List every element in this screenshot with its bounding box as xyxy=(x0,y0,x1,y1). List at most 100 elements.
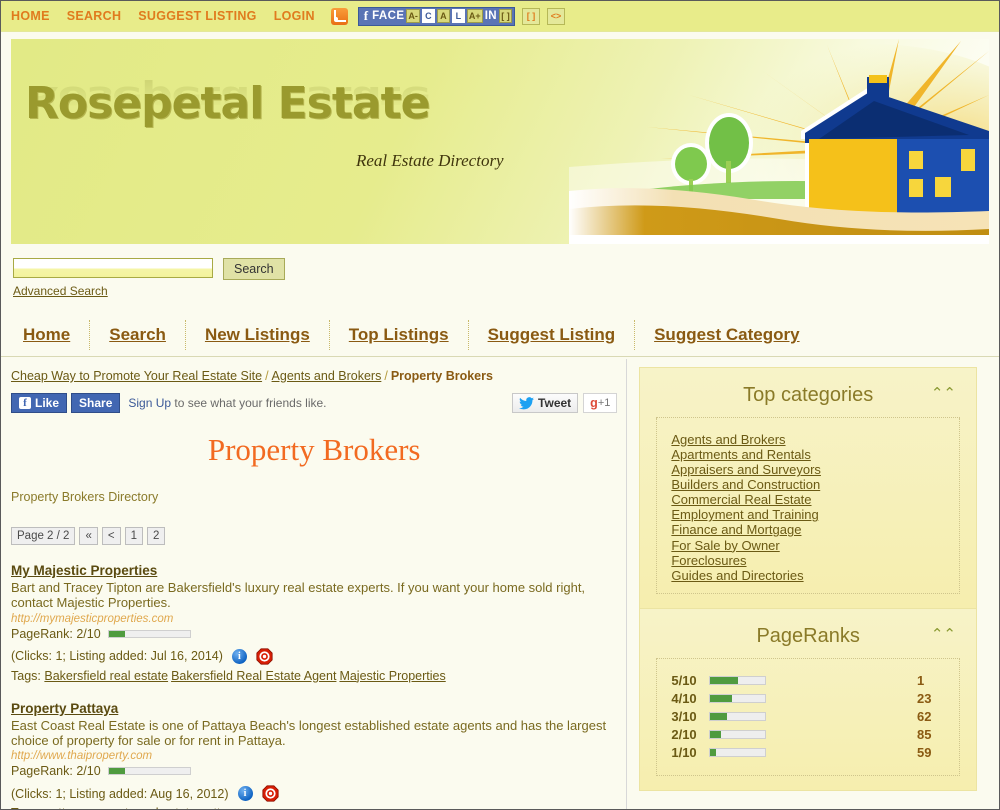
category-link-guides-and-directories[interactable]: Guides and Directories xyxy=(671,568,959,583)
nav-home[interactable]: Home xyxy=(13,320,91,350)
breadcrumb-item-home[interactable]: Cheap Way to Promote Your Real Estate Si… xyxy=(11,369,262,383)
rss-icon[interactable] xyxy=(330,7,348,25)
pagerank-row[interactable]: 4/10 23 xyxy=(671,691,949,706)
a11y-links-button[interactable]: L xyxy=(451,9,465,23)
nav-top-listings[interactable]: Top Listings xyxy=(330,320,469,350)
chevron-up-icon[interactable]: ⌃⌃ xyxy=(931,626,956,642)
pagerank-row[interactable]: 5/10 1 xyxy=(671,673,949,688)
nav-new-listings[interactable]: New Listings xyxy=(186,320,330,350)
top-categories-panel: Top categories ⌃⌃ Agents and Brokers Apa… xyxy=(639,367,977,609)
site-banner: Rosepetal Estate Rosepetal Estate Real E… xyxy=(11,39,989,244)
pagerank-row[interactable]: 3/10 62 xyxy=(671,709,949,724)
pagerank-count: 1 xyxy=(917,672,925,688)
pageranks-table: 5/10 1 4/10 23 3/10 62 2/10 85 1/10 59 xyxy=(656,658,960,776)
listing-tags-label: Tags: xyxy=(11,806,41,809)
listing-meta: (Clicks: 1; Listing added: Aug 16, 2012) xyxy=(11,786,229,801)
search-row: Search xyxy=(1,244,999,280)
listing-url[interactable]: http://www.thaiproperty.com xyxy=(11,750,617,762)
pageranks-panel: PageRanks ⌃⌃ 5/10 1 4/10 23 3/10 62 2/10… xyxy=(639,608,977,791)
google-g-icon: g xyxy=(590,396,598,410)
category-link-for-sale-by-owner[interactable]: For Sale by Owner xyxy=(671,538,959,553)
category-link-finance-and-mortgage[interactable]: Finance and Mortgage xyxy=(671,522,959,537)
report-icon[interactable] xyxy=(256,648,273,665)
listing-tag[interactable]: pattaya property xyxy=(44,806,134,809)
listing-pagerank-bar xyxy=(107,629,191,638)
top-link-login[interactable]: LOGIN xyxy=(274,9,315,23)
advanced-search-link[interactable]: Advanced Search xyxy=(13,284,999,298)
pagerank-bar xyxy=(709,711,767,721)
pagination-page-label: Page 2 / 2 xyxy=(11,527,76,545)
facebook-like-button[interactable]: f Like xyxy=(11,393,68,413)
category-link-commercial-real-estate[interactable]: Commercial Real Estate xyxy=(671,492,959,507)
a11y-decrease-button[interactable]: A- xyxy=(406,9,420,23)
nav-suggest-listing[interactable]: Suggest Listing xyxy=(469,320,636,350)
category-link-employment-and-training[interactable]: Employment and Training xyxy=(671,507,959,522)
breadcrumb-item-agents[interactable]: Agents and Brokers xyxy=(272,369,382,383)
listing-tag[interactable]: Bakersfield Real Estate Agent xyxy=(171,669,336,683)
site-logo[interactable]: Rosepetal Estate xyxy=(25,78,430,129)
top-categories-title: Top categories xyxy=(743,384,874,406)
a11y-contrast-button[interactable]: C xyxy=(421,9,435,23)
google-plus-one-button[interactable]: g +1 xyxy=(583,393,618,413)
page-title: Property Brokers xyxy=(207,432,421,467)
listing-item: Property Pattaya East Coast Real Estate … xyxy=(11,701,617,809)
listing-tag[interactable]: Majestic Properties xyxy=(339,669,445,683)
pagerank-count: 23 xyxy=(917,690,932,706)
facebook-signup-link[interactable]: Sign Up xyxy=(128,396,171,410)
listing-tag[interactable]: real estate pattaya xyxy=(138,806,241,809)
listing-url[interactable]: http://mymajesticproperties.com xyxy=(11,613,617,625)
facebook-badge[interactable]: f FACE A- C A L A+ IN [ ] xyxy=(357,6,515,26)
nav-search[interactable]: Search xyxy=(90,320,186,350)
listing-meta-row: (Clicks: 1; Listing added: Aug 16, 2012)… xyxy=(11,785,617,802)
nav-suggest-category[interactable]: Suggest Category xyxy=(635,320,818,350)
main-content: Cheap Way to Promote Your Real Estate Si… xyxy=(1,357,628,809)
pagerank-count: 59 xyxy=(917,744,932,760)
listing-item: My Majestic Properties Bart and Tracey T… xyxy=(11,563,617,683)
pagination-first[interactable]: « xyxy=(79,527,98,545)
chevron-up-icon[interactable]: ⌃⌃ xyxy=(931,386,956,401)
category-link-builders-and-construction[interactable]: Builders and Construction xyxy=(671,477,959,492)
info-icon[interactable]: i xyxy=(231,648,247,664)
a11y-increase-button[interactable]: A+ xyxy=(466,9,483,23)
listing-title[interactable]: My Majestic Properties xyxy=(11,563,157,578)
pagerank-label: 3/10 xyxy=(671,708,697,724)
category-link-foreclosures[interactable]: Foreclosures xyxy=(671,553,959,568)
pagination-page-1[interactable]: 1 xyxy=(124,527,143,545)
pagination-prev[interactable]: < xyxy=(101,527,121,545)
twitter-bird-icon xyxy=(519,396,535,409)
category-link-agents-and-brokers[interactable]: Agents and Brokers xyxy=(671,432,959,447)
pagination-page-2[interactable]: 2 xyxy=(146,527,166,545)
top-link-home[interactable]: HOME xyxy=(11,9,50,23)
breadcrumb-sep-2: / xyxy=(384,369,388,383)
bracket-icon-2[interactable]: [ ] xyxy=(522,7,540,25)
listing-tag[interactable]: Bakersfield real estate xyxy=(44,669,168,683)
category-link-appraisers-and-surveyors[interactable]: Appraisers and Surveyors xyxy=(671,462,959,477)
breadcrumb-sep-1: / xyxy=(265,369,269,383)
top-bar: HOME SEARCH SUGGEST LISTING LOGIN f FACE… xyxy=(1,1,999,32)
pagerank-row[interactable]: 2/10 85 xyxy=(671,727,949,742)
listing-title[interactable]: Property Pattaya xyxy=(11,701,118,716)
page-subtitle: Property Brokers Directory xyxy=(11,490,159,504)
tweet-button[interactable]: Tweet xyxy=(512,393,579,413)
top-link-search[interactable]: SEARCH xyxy=(67,9,122,23)
pagerank-row[interactable]: 1/10 59 xyxy=(671,745,949,760)
pageranks-header: PageRanks ⌃⌃ xyxy=(656,621,960,659)
category-link-apartments-and-rentals[interactable]: Apartments and Rentals xyxy=(671,447,959,462)
a11y-normal-button[interactable]: A xyxy=(436,9,450,23)
code-icon[interactable]: <> xyxy=(547,7,565,25)
pagerank-label: 2/10 xyxy=(671,726,697,742)
top-link-suggest-listing[interactable]: SUGGEST LISTING xyxy=(138,9,256,23)
facebook-share-button[interactable]: Share xyxy=(71,393,121,413)
report-icon[interactable] xyxy=(261,785,279,802)
listing-pagerank-label: PageRank: 2/10 xyxy=(11,764,101,779)
bracket-icon-1[interactable]: [ ] xyxy=(499,9,512,23)
facebook-badge-in: IN xyxy=(484,10,497,22)
info-icon[interactable]: i xyxy=(237,786,253,802)
search-button[interactable]: Search xyxy=(223,258,285,280)
pagerank-count: 62 xyxy=(917,708,932,724)
search-input[interactable] xyxy=(13,258,213,278)
listing-description: East Coast Real Estate is one of Pattaya… xyxy=(11,717,607,748)
facebook-signup-suffix: to see what your friends like. xyxy=(171,396,327,410)
facebook-badge-text: FACE xyxy=(372,10,405,22)
pagerank-label: 4/10 xyxy=(671,690,697,706)
